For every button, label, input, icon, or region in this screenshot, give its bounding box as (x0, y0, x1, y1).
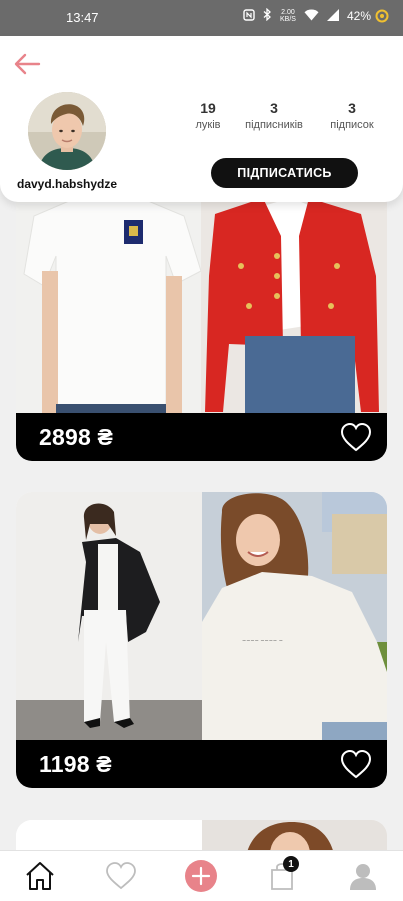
profile-header: davyd.habshydze 19 луків 3 підписників 3… (0, 36, 403, 202)
look-photo-tshirt[interactable] (16, 176, 201, 413)
svg-text:~~~~ ~~~~ ~: ~~~~ ~~~~ ~ (242, 638, 283, 644)
price-bar: 1198 ₴ (16, 740, 387, 788)
nav-home[interactable] (15, 851, 65, 901)
wifi-icon (304, 9, 319, 24)
stat-looks[interactable]: 19 луків (186, 100, 230, 131)
bottom-nav: 1 (0, 850, 403, 901)
status-bar: 13:47 2.00 KB/S 42% (0, 0, 403, 36)
stat-looks-count: 19 (200, 100, 216, 116)
like-button[interactable] (339, 420, 373, 454)
nav-profile[interactable] (338, 851, 388, 901)
home-icon (26, 862, 54, 890)
stat-followers[interactable]: 3 підписників (236, 100, 312, 131)
like-button[interactable] (339, 747, 373, 781)
nav-add[interactable] (176, 851, 226, 901)
look-photo-jacket[interactable] (201, 176, 387, 413)
stat-followers-label: підписників (245, 119, 303, 131)
stat-looks-label: луків (195, 119, 221, 131)
stat-following-label: підписок (330, 119, 374, 131)
avatar[interactable] (28, 92, 106, 170)
battery-icon (375, 9, 389, 23)
bluetooth-icon (263, 7, 272, 24)
nav-cart[interactable]: 1 (257, 851, 307, 901)
signal-icon (326, 8, 339, 24)
stat-following-count: 3 (348, 100, 356, 116)
username: davyd.habshydze (16, 177, 118, 191)
back-button[interactable] (12, 50, 42, 80)
look-price: 1198 ₴ (39, 750, 112, 777)
heart-icon (340, 749, 372, 779)
look-price: 2898 ₴ (39, 423, 114, 450)
battery-indicator: 42% (347, 9, 389, 23)
plus-icon (185, 860, 218, 892)
look-card[interactable]: ~~~~ ~~~~ ~ 1198 ₴ (16, 492, 387, 788)
cart-badge: 1 (283, 856, 300, 872)
look-photo-tee[interactable]: ~~~~ ~~~~ ~ (202, 492, 387, 740)
stat-followers-count: 3 (270, 100, 278, 116)
nfc-icon (243, 8, 255, 24)
subscribe-button[interactable]: ПІДПИСАТИСЬ (211, 158, 358, 188)
user-icon (349, 864, 376, 890)
price-bar: 2898 ₴ (16, 413, 387, 461)
heart-icon (105, 862, 136, 890)
battery-percent: 42% (346, 9, 371, 23)
stat-following[interactable]: 3 підписок (320, 100, 384, 131)
look-photo-blazer[interactable] (16, 492, 202, 740)
nav-favorites[interactable] (96, 851, 146, 901)
status-time: 13:47 (66, 10, 99, 25)
arrow-left-icon (14, 53, 41, 75)
network-speed: 2.00 KB/S (279, 9, 296, 23)
status-icons: 2.00 KB/S 42% (243, 7, 389, 24)
heart-icon (340, 422, 372, 452)
look-card[interactable]: 2898 ₴ (16, 176, 387, 461)
